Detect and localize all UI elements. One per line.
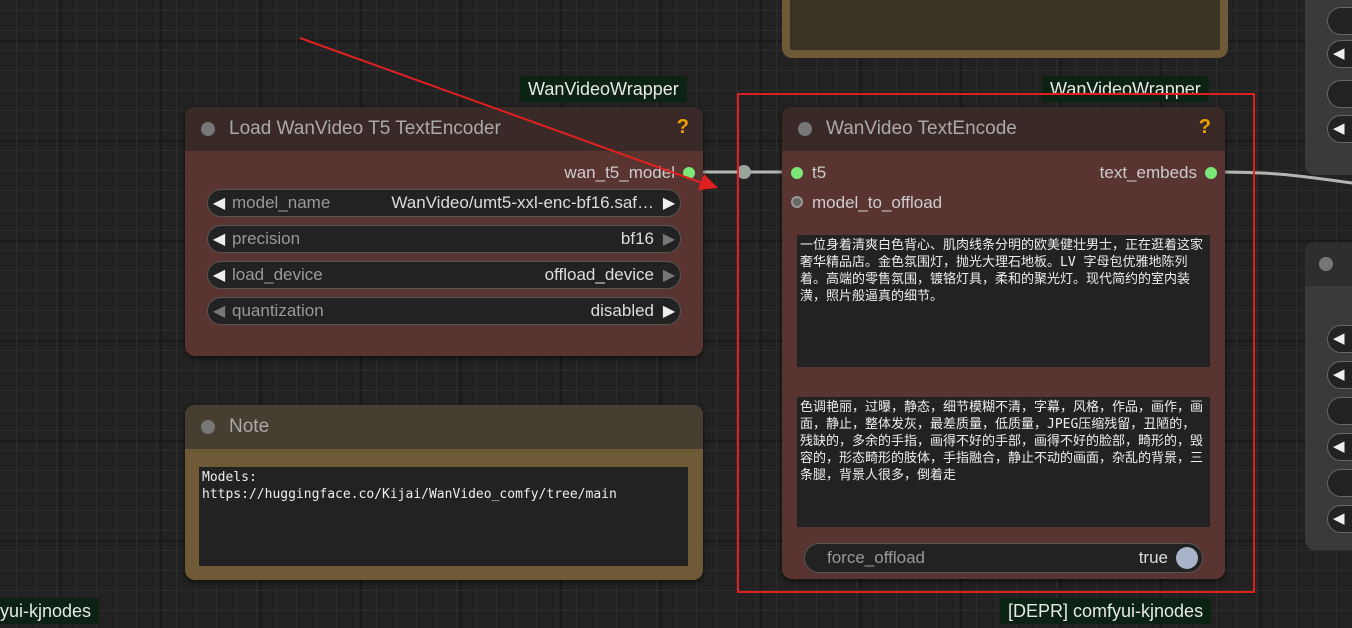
annotation-arrow-icon xyxy=(299,37,718,190)
